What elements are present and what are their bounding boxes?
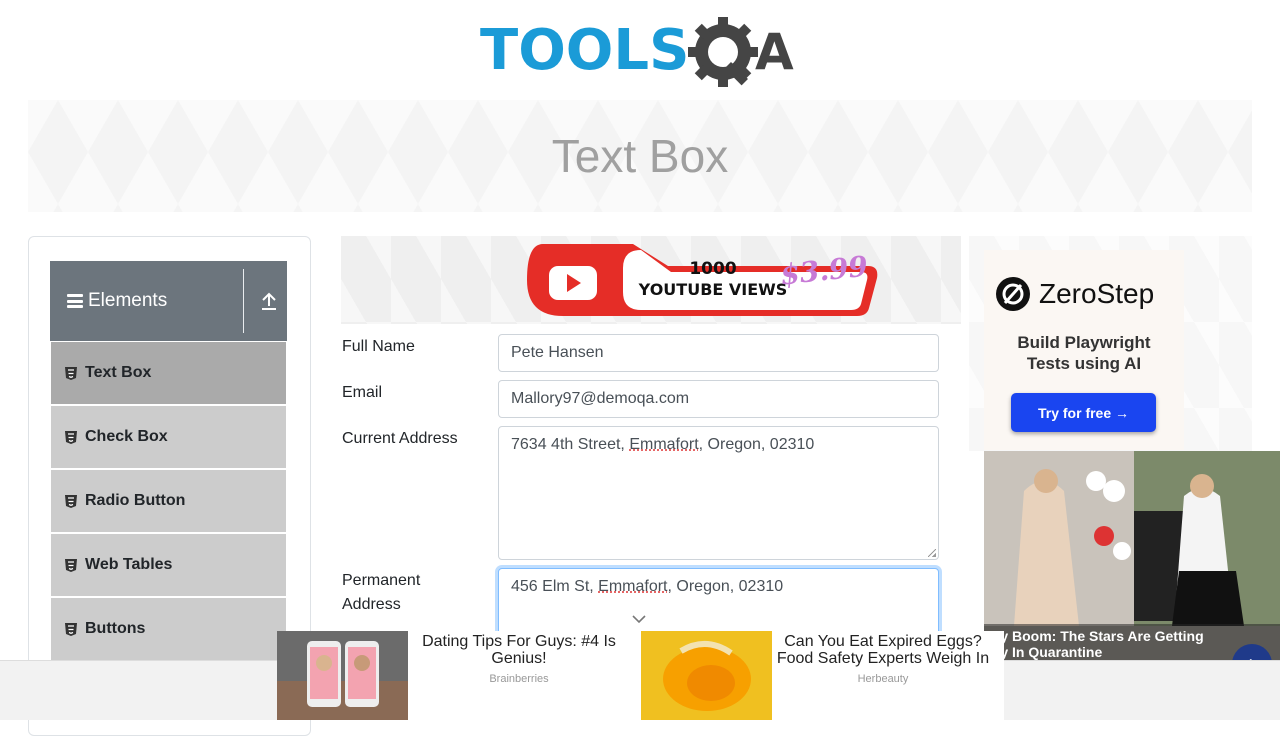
divider bbox=[243, 269, 244, 333]
html5-icon bbox=[65, 622, 77, 636]
address-text: 7634 4th Street, bbox=[511, 436, 630, 453]
label-line: Permanent bbox=[342, 572, 421, 589]
ad-line2: YOUTUBE VIEWS bbox=[638, 280, 788, 299]
html5-icon bbox=[65, 366, 77, 380]
ad-headline[interactable]: Can You Eat Expired Eggs? Food Safety Ex… bbox=[772, 633, 994, 667]
ad-line1: 1000 bbox=[689, 259, 736, 279]
ad-text: Can You Eat Expired Eggs? Food Safety Ex… bbox=[772, 633, 994, 685]
html5-icon bbox=[65, 494, 77, 508]
bottom-ad-unit[interactable]: Can You Eat Expired Eggs? Food Safety Ex… bbox=[641, 631, 1005, 720]
current-address-label: Current Address bbox=[342, 430, 458, 447]
resize-handle-icon[interactable] bbox=[928, 549, 936, 557]
ad-source: Brainberries bbox=[489, 673, 549, 685]
page-title: Text Box bbox=[551, 130, 729, 182]
ad-banner-youtube-views[interactable]: 1000 YOUTUBE VIEWS $3.99 bbox=[341, 236, 961, 324]
zerostep-logo-icon bbox=[996, 277, 1030, 311]
tagline-line: Tests using AI bbox=[1026, 354, 1142, 373]
sidebar-item-label: Text Box bbox=[85, 364, 152, 381]
sidebar-group-elements[interactable]: Elements bbox=[50, 261, 287, 341]
permanent-address-label: Permanent Address bbox=[342, 569, 420, 617]
sidebar-item-label: Web Tables bbox=[85, 556, 173, 573]
misspelled-word: Emmafort bbox=[629, 436, 699, 453]
sidebar-item-web-tables[interactable]: Web Tables bbox=[50, 533, 287, 597]
bottom-ad-unit[interactable]: Dating Tips For Guys: #4 Is Genius! Brai… bbox=[277, 631, 641, 720]
sidebar-item-buttons[interactable]: Buttons bbox=[50, 597, 287, 661]
egg-thumbnail bbox=[641, 631, 772, 720]
hamburger-icon bbox=[67, 294, 83, 308]
current-address-textarea[interactable]: 7634 4th Street, Emmafort, Oregon, 02310 bbox=[498, 426, 939, 560]
caption-line: aby Boom: The Stars Are Getting bbox=[984, 628, 1204, 644]
phones-thumbnail bbox=[277, 631, 408, 720]
bottom-ad-container: Dating Tips For Guys: #4 Is Genius! Brai… bbox=[277, 631, 1004, 720]
sidebar-item-label: Buttons bbox=[85, 620, 146, 637]
sidebar-item-label: Radio Button bbox=[85, 492, 186, 509]
email-input[interactable]: Mallory97@demoqa.com bbox=[498, 380, 939, 418]
misspelled-word: Emmafort bbox=[598, 578, 668, 595]
zerostep-logo: ZeroStep bbox=[995, 276, 1154, 312]
full-name-input[interactable]: Pete Hansen bbox=[498, 334, 939, 372]
sidebar-item-text-box[interactable]: Text Box bbox=[50, 341, 287, 405]
tagline-line: Build Playwright bbox=[1017, 333, 1151, 352]
ad-tagline: Build Playwright Tests using AI bbox=[984, 332, 1184, 374]
sidebar-item-label: Check Box bbox=[85, 428, 168, 445]
email-label: Email bbox=[342, 384, 383, 401]
gear-icon bbox=[688, 17, 758, 87]
toolsqa-logo[interactable]: TOOLS A bbox=[480, 14, 810, 92]
page-header-banner: Text Box bbox=[28, 100, 1252, 212]
logo-text-end: A bbox=[755, 23, 794, 81]
label-line: Address bbox=[342, 596, 401, 613]
group-title: Elements bbox=[88, 290, 168, 311]
youtube-views-ad-image: 1000 YOUTUBE VIEWS $3.99 bbox=[527, 244, 878, 316]
address-text: 456 Elm St, bbox=[511, 578, 599, 595]
zerostep-ad[interactable]: ZeroStep Build Playwright Tests using AI… bbox=[984, 250, 1184, 450]
html5-icon bbox=[65, 558, 77, 572]
ad-source: Herbeauty bbox=[857, 673, 909, 685]
sidebar-item-radio-button[interactable]: Radio Button bbox=[50, 469, 287, 533]
brand-name: ZeroStep bbox=[1039, 278, 1155, 309]
collapse-up-icon[interactable] bbox=[260, 291, 278, 311]
address-text: , Oregon, 02310 bbox=[698, 436, 815, 453]
full-name-label: Full Name bbox=[342, 338, 415, 355]
sidebar-item-check-box[interactable]: Check Box bbox=[50, 405, 287, 469]
address-text: , Oregon, 02310 bbox=[667, 578, 784, 595]
chevron-down-icon[interactable] bbox=[631, 613, 647, 625]
try-for-free-button[interactable]: Try for free → bbox=[1011, 393, 1156, 432]
logo-text: TOOLS bbox=[480, 18, 689, 83]
ad-text: Dating Tips For Guys: #4 Is Genius! Brai… bbox=[408, 633, 630, 685]
photo-ad[interactable]: aby Boom: The Stars Are Getting usy In Q… bbox=[984, 451, 1280, 660]
ad-headline[interactable]: Dating Tips For Guys: #4 Is Genius! bbox=[408, 633, 630, 667]
html5-icon bbox=[65, 430, 77, 444]
